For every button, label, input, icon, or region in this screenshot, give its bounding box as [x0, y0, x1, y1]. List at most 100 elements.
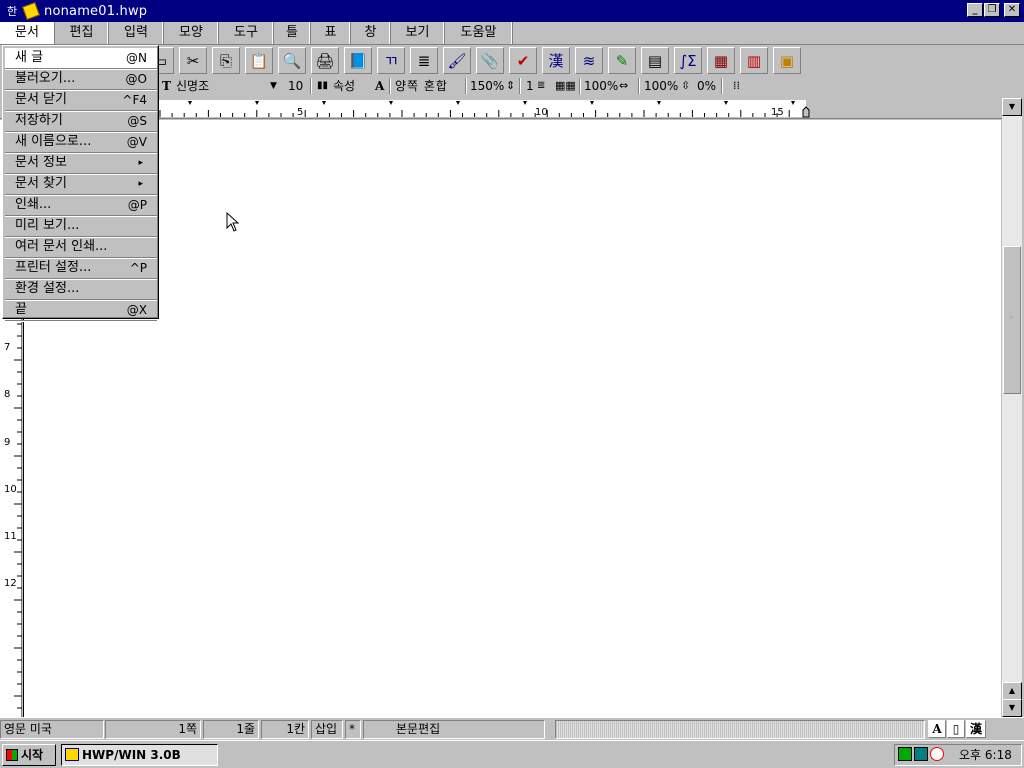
file-menu-item[interactable]: 저장하기 @S: [5, 111, 157, 132]
file-menu-item-label: 미리 보기...: [15, 218, 80, 233]
app-icon[interactable]: 한: [4, 3, 20, 19]
status-page: 1쪽: [105, 720, 201, 739]
dictionary-icon[interactable]: 📘: [344, 47, 372, 74]
char-shape-icon[interactable]: A: [375, 75, 384, 97]
equation-icon[interactable]: ∫Σ: [674, 47, 702, 74]
file-menu-item-label: 문서 찾기: [15, 176, 67, 191]
clock[interactable]: 오후 6:18: [959, 745, 1012, 765]
network-icon[interactable]: [914, 747, 928, 761]
more-icon[interactable]: ⁞⁞: [733, 75, 740, 97]
spell-icon[interactable]: ㄲ: [377, 47, 405, 74]
clip-icon[interactable]: 📎: [476, 47, 504, 74]
file-menu-item[interactable]: 불러오기... @O: [5, 69, 157, 90]
width-ratio-field[interactable]: 100%: [584, 75, 618, 97]
copy-icon[interactable]: ⎘: [212, 47, 240, 74]
file-menu-item[interactable]: 문서 닫기 ^F4: [5, 90, 157, 111]
font-size-field[interactable]: 10: [288, 75, 303, 97]
english-input-icon[interactable]: A: [928, 720, 946, 738]
file-menu-item[interactable]: 프린터 설정... ^P: [5, 258, 157, 279]
ruler-label: 15: [771, 107, 784, 118]
status-insert-mode[interactable]: 삽입: [311, 720, 343, 739]
file-menu-item[interactable]: 환경 설정...: [5, 279, 157, 300]
indent-field[interactable]: 1: [526, 75, 534, 97]
hanja-icon[interactable]: 漢: [542, 47, 570, 74]
scroll-top-button[interactable]: ▼: [1002, 98, 1022, 116]
window-title: noname01.hwp: [44, 3, 148, 19]
scroll-track[interactable]: [1002, 116, 1022, 684]
status-language[interactable]: 영문 미국: [0, 720, 104, 739]
width-ratio-icon[interactable]: ⇔: [619, 75, 628, 97]
menu-7[interactable]: 창: [351, 22, 391, 44]
memo-icon[interactable]: ≣: [410, 47, 438, 74]
file-menu-item[interactable]: 여러 문서 인쇄...: [5, 237, 157, 258]
chart-icon[interactable]: ≋: [575, 47, 603, 74]
minimize-button[interactable]: _: [967, 3, 983, 17]
vruler-label: 10: [4, 483, 17, 495]
file-menu-item[interactable]: 끝 @X: [5, 300, 157, 321]
scissors-icon[interactable]: ✂: [179, 47, 207, 74]
paragraph-icon[interactable]: ≣: [537, 75, 545, 97]
spellcheck-icon[interactable]: ✔: [509, 47, 537, 74]
title-bar[interactable]: 한 noname01.hwp _ ❐ ✕: [0, 0, 1024, 22]
table-icon[interactable]: ▦: [707, 47, 735, 74]
file-menu-item[interactable]: 인쇄... @P: [5, 195, 157, 216]
spacing-ratio-field[interactable]: 100%: [644, 75, 678, 97]
paste-icon[interactable]: 📋: [245, 47, 273, 74]
file-menu-item[interactable]: 새 글 @N: [5, 48, 157, 69]
line-spacing-field[interactable]: 150%: [470, 75, 504, 97]
menu-2[interactable]: 입력: [109, 22, 164, 44]
scroll-thumb[interactable]: ◦: [1003, 246, 1021, 394]
menu-6[interactable]: 표: [311, 22, 351, 44]
vruler-label: 7: [4, 341, 11, 353]
start-button[interactable]: 시작: [2, 744, 56, 766]
file-menu-item[interactable]: 문서 찾기 ▸: [5, 174, 157, 195]
menu-1[interactable]: 편집: [55, 22, 109, 44]
blocked-icon[interactable]: [930, 747, 944, 761]
menu-9[interactable]: 도움말: [445, 22, 513, 44]
font-select[interactable]: 신명조: [176, 75, 268, 97]
file-menu-item[interactable]: 문서 정보 ▸: [5, 153, 157, 174]
menu-4[interactable]: 도구: [219, 22, 274, 44]
macro-icon[interactable]: ▥: [740, 47, 768, 74]
table-grid-icon[interactable]: ▦▦: [555, 75, 576, 97]
taskbar-item-label: HWP/WIN 3.0B: [82, 748, 181, 762]
ime-icon[interactable]: [898, 747, 912, 761]
outline-icon[interactable]: ▤: [641, 47, 669, 74]
fullwidth-icon[interactable]: ▯: [947, 720, 965, 738]
box-icon[interactable]: ▣: [773, 47, 801, 74]
search-icon[interactable]: 🔍: [278, 47, 306, 74]
submenu-arrow-icon: ▸: [138, 158, 143, 168]
char-spacing-field[interactable]: 0%: [697, 75, 716, 97]
menu-3[interactable]: 모양: [164, 22, 219, 44]
menu-8[interactable]: 보기: [391, 22, 445, 44]
print-icon[interactable]: 🖨: [311, 47, 339, 74]
scroll-up-button[interactable]: ▲: [1002, 682, 1022, 700]
spacing-icon[interactable]: ⇳: [681, 75, 690, 97]
start-label: 시작: [21, 748, 44, 762]
document-icon: [22, 2, 40, 20]
menu-5[interactable]: 틀: [274, 22, 311, 44]
attr-button[interactable]: 속성: [333, 75, 355, 97]
file-menu-item[interactable]: 새 이름으로... @V: [5, 132, 157, 153]
line-spacing-icon[interactable]: ⇕: [506, 75, 515, 97]
submenu-arrow-icon: ▸: [138, 179, 143, 189]
restore-button[interactable]: ❐: [984, 3, 1000, 17]
file-menu-item[interactable]: 미리 보기...: [5, 216, 157, 237]
document-page[interactable]: [23, 120, 1001, 717]
file-menu-item-label: 새 글: [15, 50, 44, 65]
hanja-input-icon[interactable]: 漢: [966, 720, 986, 738]
brush-icon[interactable]: 🖌: [443, 47, 471, 74]
file-menu-item-label: 끝: [15, 302, 27, 317]
close-button[interactable]: ✕: [1004, 3, 1020, 17]
taskbar-hwp-item[interactable]: HWP/WIN 3.0B: [61, 744, 218, 766]
mouse-cursor-icon: [226, 212, 240, 232]
align-select[interactable]: 양쪽 혼합: [395, 75, 448, 97]
file-menu-shortcut: @P: [127, 198, 147, 212]
font-icon: T: [162, 79, 171, 93]
menu-0[interactable]: 문서: [0, 22, 55, 44]
draw-icon[interactable]: ✎: [608, 47, 636, 74]
vertical-scrollbar[interactable]: ▼ ◦ ▲ ▼: [1002, 98, 1022, 717]
scroll-down-button[interactable]: ▼: [1002, 699, 1022, 717]
font-size-dropdown-icon[interactable]: ▼: [270, 75, 277, 97]
windows-logo-icon: [6, 749, 18, 761]
